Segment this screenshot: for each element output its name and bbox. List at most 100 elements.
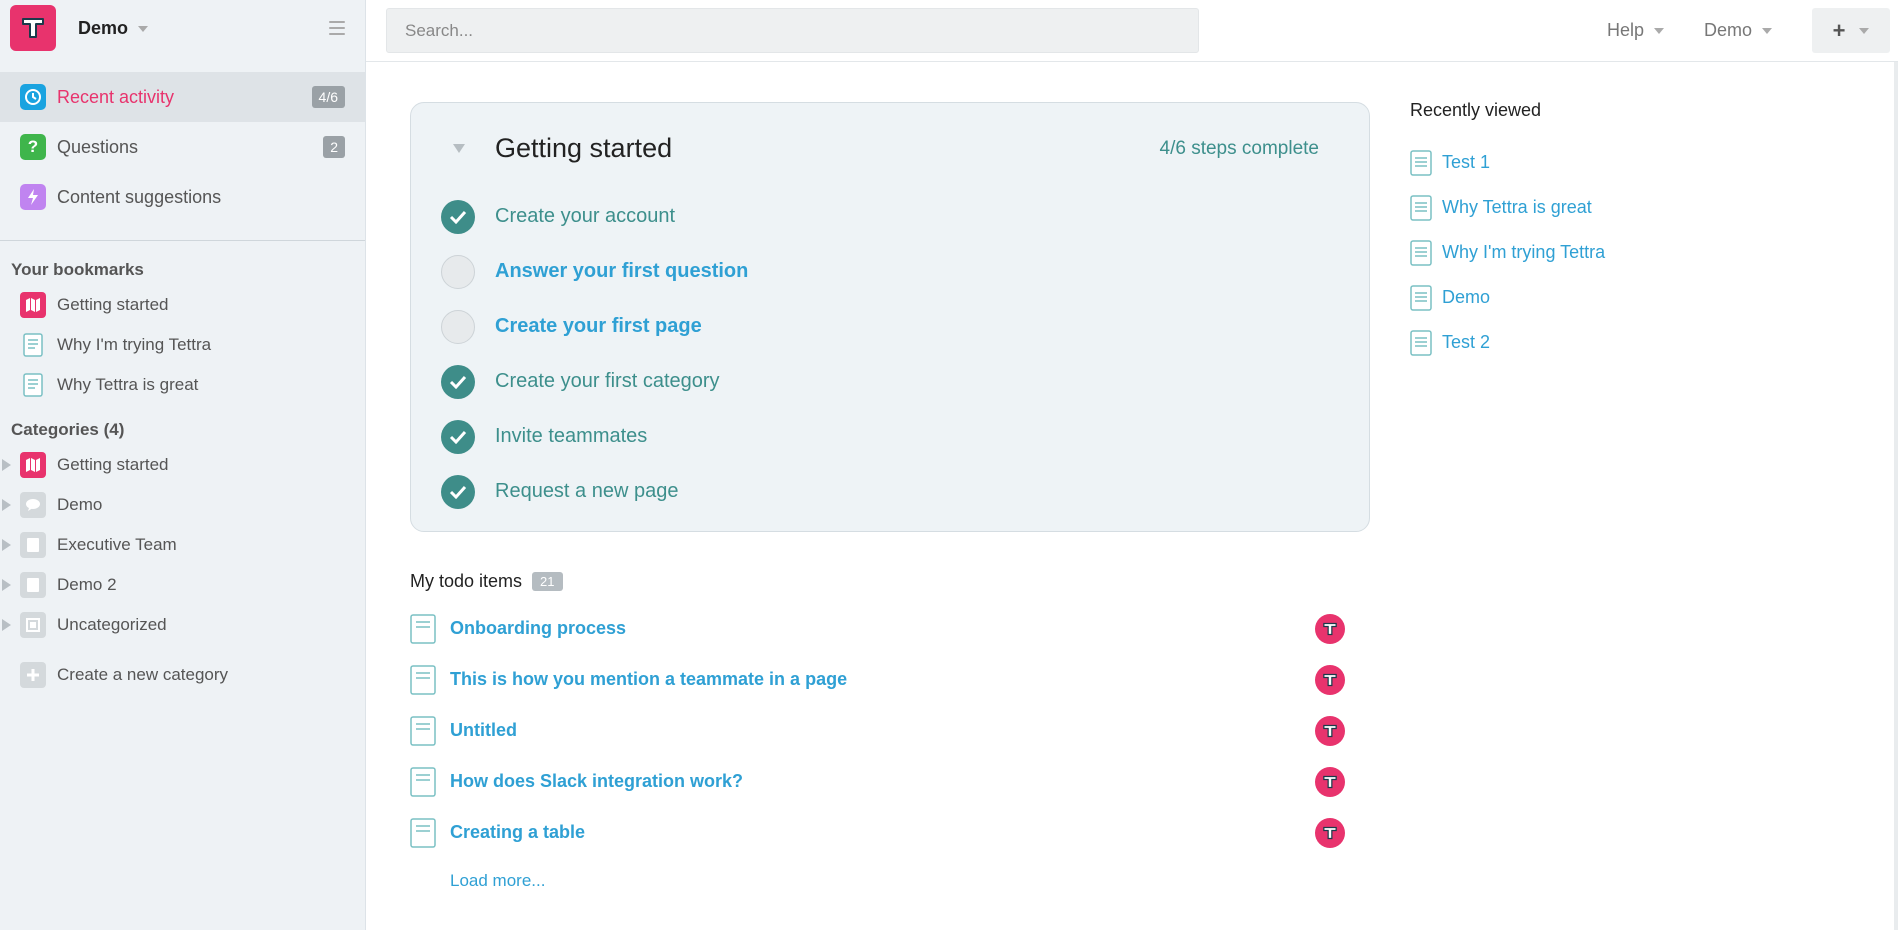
todo-link[interactable]: Creating a table	[450, 822, 585, 843]
category-label: Demo 2	[57, 575, 117, 594]
todo-link[interactable]: This is how you mention a teammate in a …	[450, 669, 847, 690]
expand-arrow-icon[interactable]	[2, 499, 11, 511]
workspace-switcher[interactable]: Demo	[78, 18, 149, 39]
step-item[interactable]: Create your first category	[441, 354, 748, 409]
create-new-button[interactable]: +	[1812, 8, 1890, 53]
question-icon: ?	[20, 134, 46, 160]
document-icon	[410, 766, 436, 797]
search-input[interactable]: Search...	[386, 8, 1199, 53]
tettra-logo[interactable]	[10, 5, 56, 51]
top-menu: Help Demo +	[1607, 0, 1898, 61]
step-label: Create your first category	[495, 370, 720, 392]
box-icon	[20, 612, 46, 638]
map-icon	[20, 452, 46, 478]
avatar[interactable]	[1315, 613, 1345, 644]
empty-circle-icon	[441, 254, 475, 289]
document-icon	[1410, 194, 1432, 221]
recent-item[interactable]: Why Tettra is great	[1410, 185, 1870, 230]
checkmark-icon	[441, 199, 475, 234]
bookmark-label: Why I'm trying Tettra	[57, 335, 212, 354]
create-category-label: Create a new category	[57, 665, 229, 684]
expand-arrow-icon[interactable]	[2, 459, 11, 471]
recent-item[interactable]: Test 1	[1410, 140, 1870, 185]
account-menu[interactable]: Demo	[1704, 20, 1772, 41]
recent-link[interactable]: Test 1	[1442, 152, 1490, 173]
step-label: Request a new page	[495, 480, 679, 502]
step-item[interactable]: Invite teammates	[441, 409, 748, 464]
document-icon	[410, 613, 436, 644]
expand-arrow-icon[interactable]	[2, 619, 11, 631]
step-item[interactable]: Request a new page	[441, 464, 748, 519]
recent-item[interactable]: Why I'm trying Tettra	[1410, 230, 1870, 275]
search-placeholder: Search...	[405, 20, 474, 40]
expand-arrow-icon[interactable]	[2, 539, 11, 551]
bookmark-item[interactable]: Why Tettra is great	[0, 365, 365, 405]
step-label: Invite teammates	[495, 425, 648, 447]
sidebar-header: Demo	[0, 0, 365, 56]
todo-link[interactable]: Untitled	[450, 720, 517, 741]
todo-count-badge: 21	[532, 572, 563, 591]
category-item[interactable]: Uncategorized	[0, 605, 365, 645]
todo-header: My todo items 21	[410, 571, 563, 592]
sidebar-divider	[0, 240, 365, 241]
category-item[interactable]: Getting started	[0, 445, 365, 485]
document-icon	[1410, 149, 1432, 176]
plus-icon: +	[1832, 17, 1846, 43]
bookmark-item[interactable]: Getting started	[0, 285, 365, 325]
create-category-button[interactable]: Create a new category	[0, 655, 365, 695]
plus-icon	[20, 662, 46, 688]
todo-item[interactable]: How does Slack integration work?	[410, 756, 1345, 807]
menu-icon[interactable]	[329, 21, 345, 35]
checkmark-icon	[441, 419, 475, 454]
avatar[interactable]	[1315, 664, 1345, 695]
todo-item[interactable]: This is how you mention a teammate in a …	[410, 654, 1345, 705]
step-link[interactable]: Create your first page	[495, 315, 702, 338]
load-more-link[interactable]: Load more...	[450, 871, 545, 891]
step-item[interactable]: Create your first page	[441, 299, 748, 354]
recent-link[interactable]: Test 2	[1442, 332, 1490, 353]
avatar[interactable]	[1315, 766, 1345, 797]
chevron-down-icon	[138, 25, 149, 32]
expand-arrow-icon[interactable]	[2, 579, 11, 591]
recent-item[interactable]: Test 2	[1410, 320, 1870, 365]
avatar[interactable]	[1315, 715, 1345, 746]
checkmark-icon	[441, 474, 475, 509]
recent-link[interactable]: Why I'm trying Tettra	[1442, 242, 1605, 263]
document-icon	[410, 664, 436, 695]
document-icon	[410, 715, 436, 746]
avatar[interactable]	[1315, 817, 1345, 848]
chevron-down-icon	[1859, 27, 1870, 34]
sidebar: Demo Recent activity 4/6 ? Questions 2 C…	[0, 0, 366, 930]
todo-item[interactable]: Creating a table	[410, 807, 1345, 858]
sidebar-item-recent-activity[interactable]: Recent activity 4/6	[0, 72, 365, 122]
bookmark-label: Getting started	[57, 295, 169, 314]
category-label: Uncategorized	[57, 615, 167, 634]
help-menu[interactable]: Help	[1607, 20, 1664, 41]
sidebar-item-questions[interactable]: ? Questions 2	[0, 122, 365, 172]
document-icon	[20, 372, 46, 398]
sidebar-item-content-suggestions[interactable]: Content suggestions	[0, 172, 365, 222]
step-item[interactable]: Answer your first question	[441, 244, 748, 299]
category-item[interactable]: Demo 2	[0, 565, 365, 605]
bookmark-item[interactable]: Why I'm trying Tettra	[0, 325, 365, 365]
recent-link[interactable]: Why Tettra is great	[1442, 197, 1592, 218]
todo-link[interactable]: Onboarding process	[450, 618, 626, 639]
category-item[interactable]: Demo	[0, 485, 365, 525]
sidebar-item-label: Questions	[57, 136, 139, 157]
step-link[interactable]: Answer your first question	[495, 260, 748, 283]
step-item[interactable]: Create your account	[441, 189, 748, 244]
todo-item[interactable]: Untitled	[410, 705, 1345, 756]
todo-link[interactable]: How does Slack integration work?	[450, 771, 743, 792]
category-item[interactable]: Executive Team	[0, 525, 365, 565]
page-scrollbar[interactable]	[1894, 62, 1898, 930]
getting-started-card: Getting started 4/6 steps complete Creat…	[410, 102, 1370, 532]
recent-link[interactable]: Demo	[1442, 287, 1490, 308]
bookmark-label: Why Tettra is great	[57, 375, 199, 394]
todo-item[interactable]: Onboarding process	[410, 603, 1345, 654]
sidebar-item-label: Recent activity	[57, 86, 175, 107]
recent-item[interactable]: Demo	[1410, 275, 1870, 320]
getting-started-title: Getting started	[495, 133, 673, 163]
book-icon	[20, 572, 46, 598]
collapse-arrow-icon[interactable]	[453, 144, 465, 153]
lightning-icon	[20, 184, 46, 210]
